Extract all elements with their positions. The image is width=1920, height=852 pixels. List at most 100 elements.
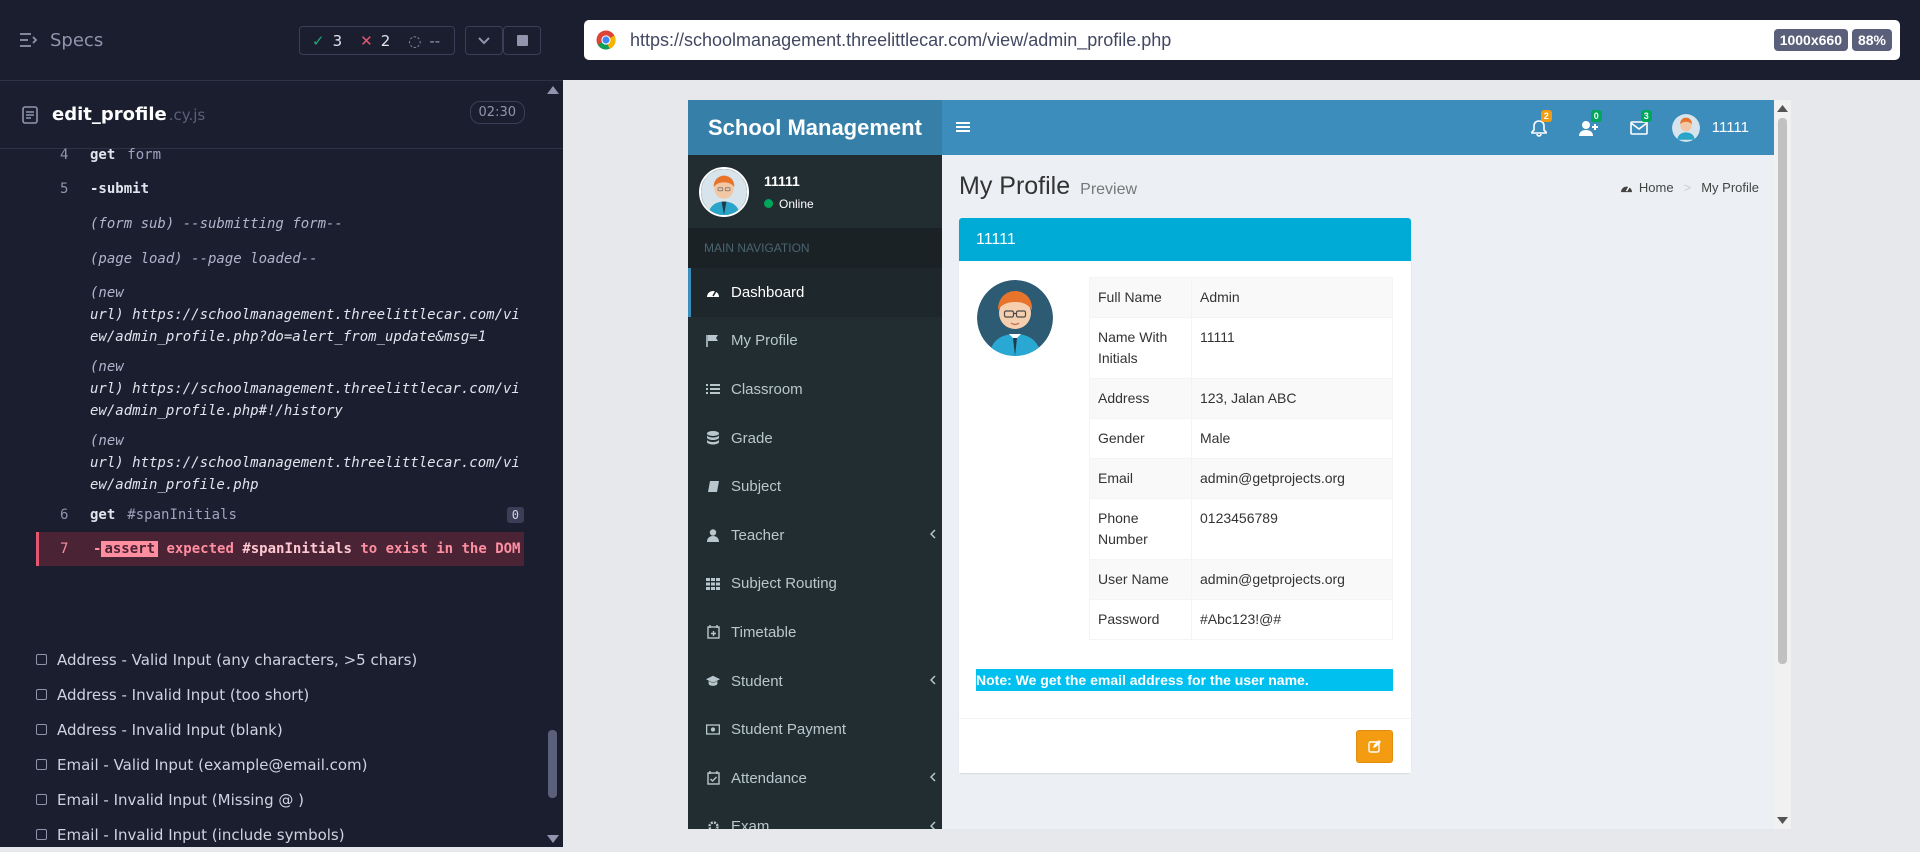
calendar-plus-icon: [706, 625, 720, 640]
sidebar-item-dashboard[interactable]: Dashboard: [688, 268, 942, 317]
test-title: Address - Invalid Input (blank): [57, 720, 283, 739]
sidebar-item-subject[interactable]: Subject: [688, 462, 942, 511]
cog-icon: [706, 820, 720, 829]
dashboard-icon: [1620, 186, 1632, 193]
command-row[interactable]: (form sub) --submitting form--: [36, 206, 524, 241]
messages-button[interactable]: 3: [1614, 100, 1664, 155]
breadcrumb-separator: >: [1683, 180, 1692, 195]
sidebar-item-my-profile[interactable]: My Profile: [688, 317, 942, 366]
stop-button[interactable]: [503, 26, 541, 55]
sidebar-username: 11111: [764, 172, 800, 189]
field-value: admin@getprojects.org: [1191, 559, 1393, 600]
sidebar-item-label: Student: [731, 672, 783, 690]
database-icon: [706, 431, 720, 445]
app-under-test: School Management 2 0 3 11111 11111 Onli…: [688, 100, 1791, 829]
online-status: Online: [764, 197, 814, 211]
command-row[interactable]: 6 get #spanInitials 0: [36, 498, 524, 532]
command-row[interactable]: (new url) https://schoolmanagement.threel…: [36, 350, 524, 424]
hamburger-icon: [956, 122, 970, 132]
avatar: [1671, 113, 1700, 142]
command-text: url) https://schoolmanagement.threelittl…: [90, 455, 520, 493]
sidebar-item-exam[interactable]: Exam: [688, 803, 942, 829]
line-number: 5: [60, 180, 69, 197]
sidebar-item-label: Teacher: [731, 526, 785, 544]
test-item[interactable]: Address - Invalid Input (too short): [36, 677, 417, 712]
sidebar-toggle[interactable]: [956, 116, 970, 143]
list-icon: [706, 383, 720, 395]
pass-icon: ✓: [312, 31, 325, 50]
sidebar-item-subject-routing[interactable]: Subject Routing: [688, 560, 942, 609]
scroll-up-icon[interactable]: [547, 86, 559, 94]
test-item[interactable]: Email - Valid Input (example@email.com): [36, 747, 417, 782]
test-title: Address - Valid Input (any characters, >…: [57, 650, 418, 669]
app-scrollbar[interactable]: [1774, 100, 1791, 829]
url-bar[interactable]: https://schoolmanagement.threelittlecar.…: [584, 20, 1900, 60]
scroll-thumb[interactable]: [1778, 118, 1787, 664]
field-value: 11111: [1191, 317, 1393, 379]
specs-toggle[interactable]: Specs: [20, 30, 103, 51]
username-note: Note: We get the email address for the u…: [976, 669, 1393, 691]
table-row: Gender Male: [1089, 418, 1393, 459]
scroll-thumb[interactable]: [548, 730, 557, 798]
test-item[interactable]: Email - Invalid Input (Missing @ ): [36, 782, 417, 817]
spec-duration: 02:30: [469, 101, 525, 124]
sidebar-item-attendance[interactable]: Attendance: [688, 754, 942, 803]
command-label: (new: [90, 285, 124, 301]
command-label: (new: [90, 433, 124, 449]
sidebar-item-label: Attendance: [731, 769, 807, 787]
scroll-down-icon[interactable]: [1777, 817, 1788, 825]
specs-menu-icon: [20, 33, 38, 47]
book-icon: [706, 480, 720, 493]
assert-msg: to exist in the DOM: [360, 541, 521, 557]
field-label: Email: [1089, 458, 1192, 499]
scroll-up-icon[interactable]: [1777, 104, 1788, 112]
command-row[interactable]: (new url) https://schoolmanagement.threel…: [36, 424, 524, 498]
runner-scrollbar[interactable]: [546, 82, 560, 847]
app-header: School Management 2 0 3 11111: [688, 100, 1774, 155]
sidebar-item-grade[interactable]: Grade: [688, 414, 942, 463]
sidebar-item-student-payment[interactable]: Student Payment: [688, 705, 942, 754]
command-row[interactable]: (new url) https://schoolmanagement.threel…: [36, 276, 524, 350]
command-arg: form: [127, 147, 162, 163]
scroll-down-icon[interactable]: [547, 835, 559, 843]
field-value: 0123456789: [1191, 498, 1393, 560]
user-menu[interactable]: 11111: [1664, 113, 1764, 142]
sidebar-item-label: Exam: [731, 818, 770, 829]
field-label: Password: [1089, 599, 1192, 640]
command-row[interactable]: 5 -submit: [36, 171, 524, 206]
test-list: Address - Valid Input (any characters, >…: [36, 642, 417, 852]
chevron-left-icon: [930, 675, 936, 685]
page-title: My Profile: [959, 172, 1071, 200]
notifications-button[interactable]: 2: [1514, 100, 1564, 155]
assert-msg: expected: [166, 541, 234, 557]
profile-avatar: [977, 280, 1053, 356]
table-row: Phone Number 0123456789: [1089, 498, 1393, 560]
test-item[interactable]: Address - Valid Input (any characters, >…: [36, 642, 417, 677]
edit-profile-button[interactable]: [1356, 730, 1393, 763]
page-title-block: My Profile Preview: [959, 172, 1137, 201]
sidebar-item-label: Dashboard: [731, 283, 805, 301]
checkbox-icon: [36, 654, 47, 665]
field-label: User Name: [1089, 559, 1192, 600]
profile-table: Full Name Admin Name With Initials 11111 A…: [1089, 277, 1393, 640]
command-row[interactable]: 4 get form: [36, 145, 524, 171]
breadcrumb-current: My Profile: [1701, 180, 1759, 195]
test-item[interactable]: Address - Invalid Input (blank): [36, 712, 417, 747]
command-arg: #spanInitials: [127, 507, 237, 523]
assert-badge: assert: [101, 541, 159, 557]
app-logo[interactable]: School Management: [688, 100, 942, 155]
field-value: 123, Jalan ABC: [1191, 378, 1393, 419]
sidebar-item-timetable[interactable]: Timetable: [688, 608, 942, 657]
chevron-down-button[interactable]: [465, 26, 503, 55]
sidebar-item-classroom[interactable]: Classroom: [688, 365, 942, 414]
user-requests-button[interactable]: 0: [1564, 100, 1614, 155]
breadcrumb-home[interactable]: Home: [1639, 180, 1674, 195]
test-title: Email - Invalid Input (Missing @ ): [57, 790, 304, 809]
checkbox-icon: [36, 829, 47, 840]
sidebar-item-student[interactable]: Student: [688, 657, 942, 706]
command-row[interactable]: (page load) --page loaded--: [36, 241, 524, 276]
failed-assert-row[interactable]: 7 - assert expected #spanInitials to exis…: [36, 532, 524, 566]
table-row: Email admin@getprojects.org: [1089, 458, 1393, 499]
table-row: Password #Abc123!@#: [1089, 599, 1393, 640]
sidebar-item-teacher[interactable]: Teacher: [688, 511, 942, 560]
